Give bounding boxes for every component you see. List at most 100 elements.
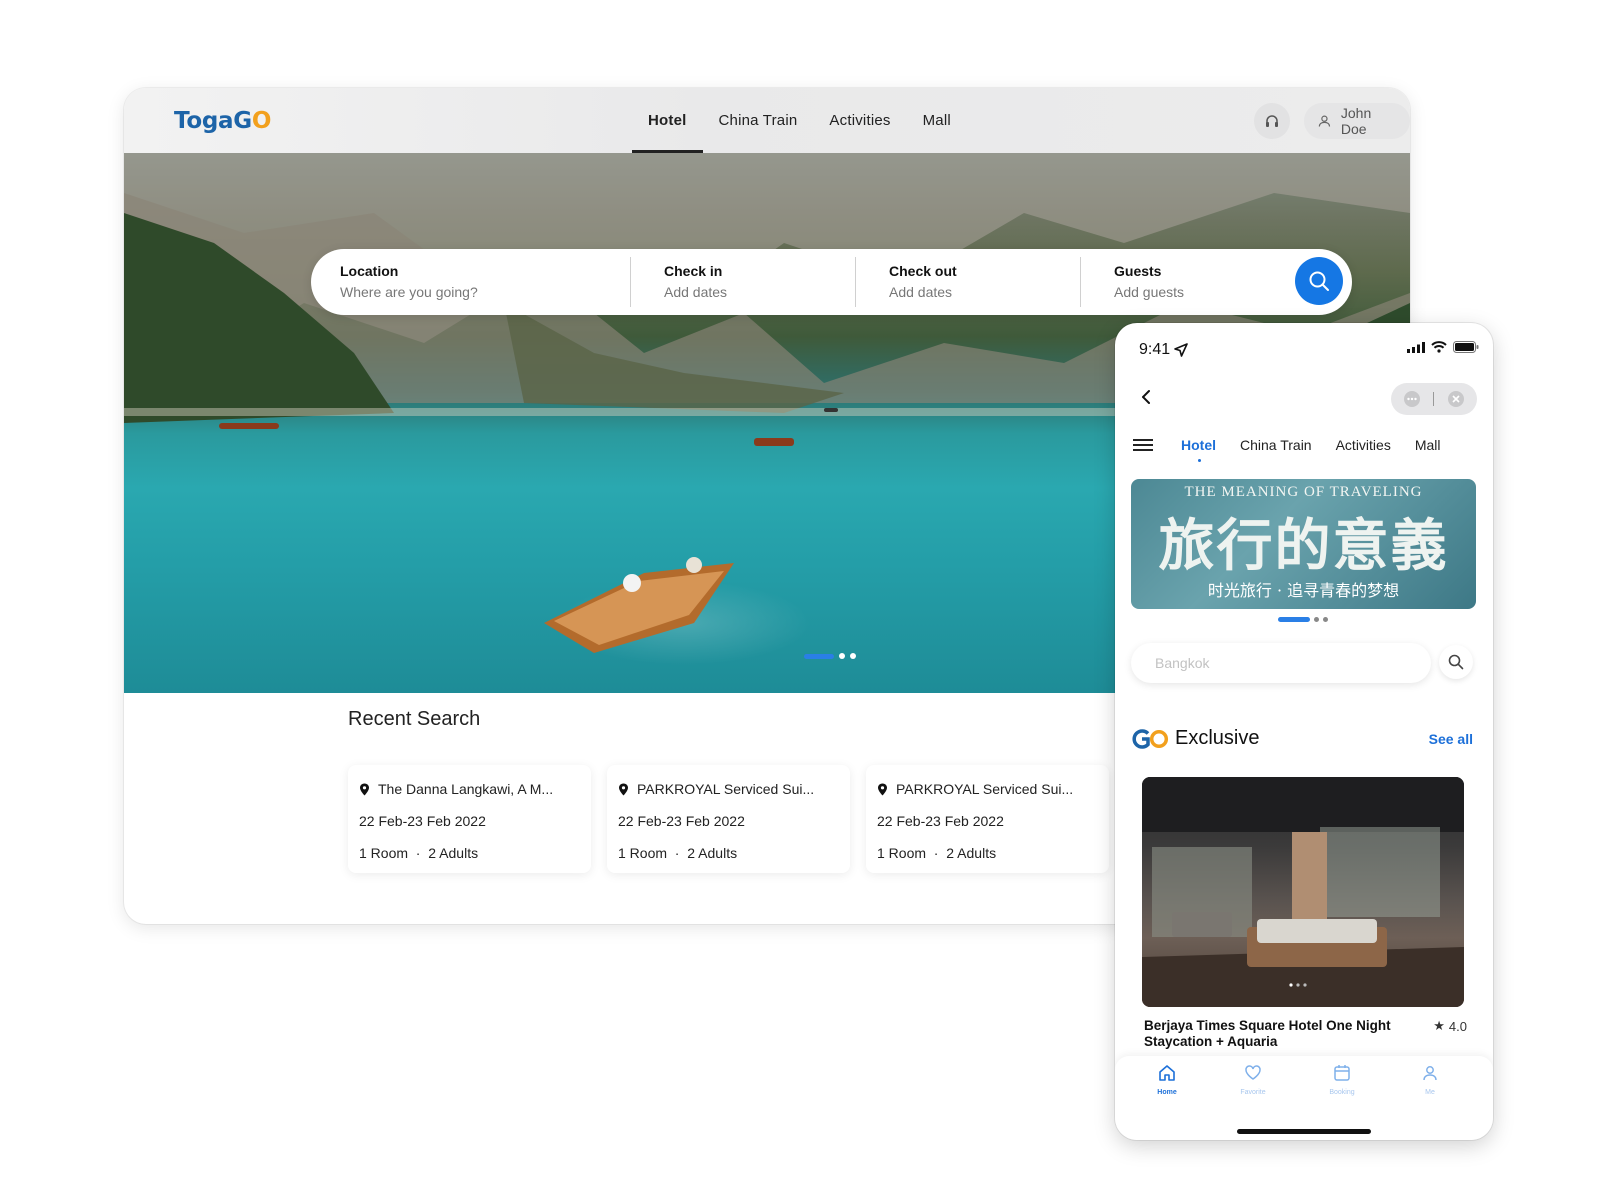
banner-dot-active[interactable] [1278,617,1310,622]
status-time: 9:41 [1139,341,1188,359]
checkin-label: Check in [664,263,723,279]
stage: Location Where are you going? Check in A… [0,0,1609,1181]
tabbar-me-label: Me [1425,1089,1435,1096]
logo-text: TogaGO [174,108,272,134]
tab-china-train[interactable]: China Train [1240,437,1312,453]
tab-mall[interactable]: Mall [1415,437,1441,453]
checkout-field[interactable]: Check out Add dates [889,263,957,300]
carousel-indicator [804,653,856,659]
see-all-link[interactable]: See all [1429,731,1473,747]
promo-banner[interactable]: THE MEANING OF TRAVELING 旅行的意義 时光旅行 · 追寻… [1131,479,1476,609]
tab-activities[interactable]: Activities [1336,437,1391,453]
support-button[interactable] [1254,103,1290,139]
rating-value: 4.0 [1448,1018,1467,1034]
location-pin-icon [619,783,628,795]
card-adults: 2 Adults [946,845,997,861]
tabbar-booking-label: Booking [1329,1089,1355,1096]
location-field[interactable]: Location Where are you going? [340,263,478,300]
location-arrow-icon [1174,343,1188,357]
chevron-left-icon [1142,390,1150,404]
profile-icon [1423,1066,1437,1081]
status-time-text: 9:41 [1139,341,1171,358]
location-placeholder: Where are you going? [340,284,478,300]
hotel-name: Berjaya Times Square Hotel One Night Sta… [1144,1018,1391,1049]
card-dates: 22 Feb-23 Feb 2022 [877,813,1004,829]
guests-label: Guests [1114,263,1162,279]
banner-dot[interactable] [1323,617,1328,622]
card-adults: 2 Adults [428,845,479,861]
recent-search-card[interactable]: The Danna Langkawi, A M... 22 Feb-23 Feb… [348,765,591,873]
close-icon[interactable] [1447,390,1465,408]
carousel-dot[interactable] [850,653,856,659]
banner-line1: THE MEANING OF TRAVELING [1184,484,1423,500]
phone-tab-nav: Hotel China Train Activities Mall [1133,427,1478,463]
location-pin-icon [878,783,887,795]
signal-icon [1407,341,1425,353]
location-label: Location [340,263,399,279]
card-rooms: 1 Room [877,845,927,861]
checkin-field[interactable]: Check in Add dates [664,263,727,300]
back-button[interactable] [1135,385,1159,409]
tabbar-me[interactable]: Me [1400,1064,1460,1096]
togago-logo[interactable]: TogaGO [174,108,271,134]
more-icon[interactable] [1403,390,1421,408]
status-icons [1407,341,1479,353]
search-bar: Location Where are you going? Check in A… [311,249,1352,315]
recent-search-card[interactable]: PARKROYAL Serviced Sui... 22 Feb-23 Feb … [866,765,1109,873]
home-icon [1159,1065,1175,1081]
star-icon: ★ [1433,1018,1445,1033]
carousel-dot[interactable] [839,653,845,659]
card-adults: 2 Adults [687,845,738,861]
calendar-icon [1334,1065,1350,1081]
divider [1080,257,1081,307]
card-rooms: 1 Room [359,845,409,861]
search-icon [1309,271,1329,291]
capsule-divider [1433,392,1435,406]
checkout-label: Check out [889,263,957,279]
phone-mockup: 9:41 Hotel China Train Activities Mall T… [1115,323,1493,1140]
tabbar-booking[interactable]: Booking [1312,1064,1372,1096]
banner-indicator [1278,617,1328,622]
card-meta: 1 Room · 2 Adults [359,845,479,861]
card-hotel-name: PARKROYAL Serviced Sui... [896,781,1074,797]
tabbar-favorite[interactable]: Favorite [1223,1064,1283,1096]
hotel-room-graphic [1142,777,1464,1007]
nav-china-train[interactable]: China Train [703,88,814,153]
tabbar-home-label: Home [1157,1089,1177,1096]
search-button[interactable] [1295,257,1343,305]
user-menu-button[interactable]: John Doe [1304,103,1410,139]
nav-hotel[interactable]: Hotel [632,88,703,153]
top-nav-bar: TogaGO Hotel China Train Activities Mall… [124,88,1410,153]
recent-search-card[interactable]: PARKROYAL Serviced Sui... 22 Feb-23 Feb … [607,765,850,873]
exclusive-header: Exclusive [1131,727,1259,750]
divider [855,257,856,307]
hotel-photo[interactable] [1142,777,1464,1007]
main-nav: Hotel China Train Activities Mall [632,88,967,153]
location-pin-icon [360,783,369,795]
guests-placeholder: Add guests [1114,284,1185,300]
menu-icon[interactable] [1133,436,1153,454]
search-icon [1448,654,1464,670]
guests-field[interactable]: Guests Add guests [1114,263,1184,300]
go-logo-icon [1132,728,1169,749]
battery-icon [1453,341,1479,353]
nav-activities[interactable]: Activities [813,88,906,153]
phone-search-input[interactable]: Bangkok [1131,643,1431,683]
user-name: John Doe [1340,105,1372,137]
card-rooms: 1 Room [618,845,668,861]
nav-mall[interactable]: Mall [907,88,967,153]
phone-search-placeholder: Bangkok [1155,655,1210,671]
tab-hotel[interactable]: Hotel [1181,437,1216,462]
bottom-tab-bar: Home Favorite Booking Me [1115,1056,1493,1140]
checkin-placeholder: Add dates [664,284,728,300]
checkout-placeholder: Add dates [889,284,953,300]
headphones-icon [1266,115,1278,127]
heart-icon [1245,1065,1261,1080]
tabbar-home[interactable]: Home [1137,1064,1197,1096]
card-hotel-name: The Danna Langkawi, A M... [378,781,554,797]
banner-dot[interactable] [1314,617,1319,622]
card-location: PARKROYAL Serviced Sui... [877,781,1073,797]
carousel-dot-active[interactable] [804,653,834,659]
user-icon [1318,115,1331,127]
phone-search-button[interactable] [1439,645,1473,679]
